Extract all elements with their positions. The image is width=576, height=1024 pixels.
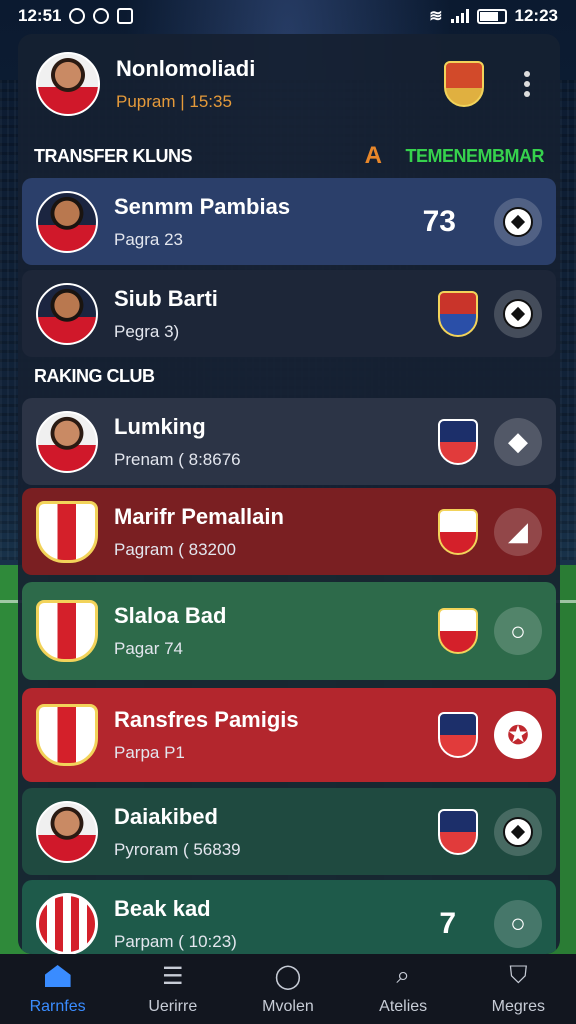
section-link[interactable]: TEMENEMBMAR xyxy=(406,146,545,167)
list-item[interactable]: Slaloa Bad Pagar 74 ○ xyxy=(22,582,556,680)
club-crest-icon xyxy=(438,808,478,855)
nav-label: Uerirre xyxy=(148,998,198,1015)
profile-header: Nonlomoliadi Pupram | 15:35 xyxy=(18,34,560,134)
circle-icon: ◯ xyxy=(274,962,302,990)
nav-label: Mvolen xyxy=(262,998,314,1015)
item-sub: Parpam ( 10:23) xyxy=(114,931,237,951)
club-logo xyxy=(36,892,98,954)
people-icon: ☰ xyxy=(162,962,184,990)
chat-icon: ○ xyxy=(510,908,526,938)
list-item[interactable]: Senmm Pambias Pagra 23 73 xyxy=(22,178,556,265)
club-crest-icon xyxy=(438,508,478,555)
shield-icon: ◆ xyxy=(508,426,528,456)
signal-icon xyxy=(450,9,469,23)
club-logo xyxy=(36,600,98,662)
list-item[interactable]: Beak kad Parpam ( 10:23) 7 ○ xyxy=(22,880,556,954)
item-name: Ransfres Pamigis xyxy=(114,707,299,732)
list-item[interactable]: Siub Barti Pegra 3) xyxy=(22,270,556,357)
item-name: Daiakibed xyxy=(114,803,218,829)
club-logo xyxy=(36,500,98,563)
section-title: TRANSFER KLUNS xyxy=(34,145,193,166)
club-logo xyxy=(36,704,98,766)
nav-label: Megres xyxy=(491,998,546,1015)
status-bar: 12:51 ≋ 12:23 xyxy=(0,0,576,32)
list-item[interactable]: Daiakibed Pyroram ( 56839 xyxy=(22,788,556,875)
avatar[interactable] xyxy=(36,52,100,116)
football-icon xyxy=(503,206,533,237)
club-crest-icon xyxy=(438,608,478,654)
item-name: Marifr Pemallain xyxy=(114,503,284,529)
avatar xyxy=(36,282,98,345)
notification-icon xyxy=(69,8,86,24)
notification-icon xyxy=(117,8,134,24)
item-sub: Pagar 74 xyxy=(114,639,183,658)
bottom-nav: Rarnfes ☰ Uerirre ◯ Mvolen ⌕ Atelies ⛉ M… xyxy=(0,954,576,1024)
more-menu-icon[interactable] xyxy=(512,71,542,97)
club-crest-icon xyxy=(438,712,478,758)
nav-item-search[interactable]: ⌕ Atelies xyxy=(348,962,458,1016)
club-crest-icon xyxy=(438,418,478,465)
football-icon xyxy=(503,298,533,329)
club-emblem-icon: ✪ xyxy=(507,719,529,750)
ball-button[interactable] xyxy=(494,197,542,246)
notification-icon xyxy=(93,8,110,24)
club-crest-icon xyxy=(438,290,478,337)
club-button[interactable]: ✪ xyxy=(494,711,542,759)
item-sub: Pagra 23 xyxy=(114,229,183,249)
chat-icon: ○ xyxy=(510,615,526,646)
item-score: 73 xyxy=(422,204,456,238)
item-score: 7 xyxy=(439,906,456,940)
nav-item-center[interactable]: ◯ Mvolen xyxy=(233,962,343,1016)
item-sub: Prenam ( 8:8676 xyxy=(114,449,241,469)
item-name: Lumking xyxy=(114,413,206,439)
section-accent[interactable]: A xyxy=(365,142,382,170)
avatar xyxy=(36,190,98,253)
list-item[interactable]: Marifr Pemallain Pagram ( 83200 ◢ xyxy=(22,488,556,575)
item-name: Slaloa Bad xyxy=(114,603,227,628)
item-name: Siub Barti xyxy=(114,285,218,311)
status-time-right: 12:23 xyxy=(514,6,558,25)
avatar xyxy=(36,410,98,473)
shirt-icon: ◢ xyxy=(508,516,528,546)
main-panel: Nonlomoliadi Pupram | 15:35 TRANSFER KLU… xyxy=(18,34,560,954)
list-item[interactable]: Ransfres Pamigis Parpa P1 ✪ xyxy=(22,688,556,782)
ball-button[interactable] xyxy=(494,807,542,856)
badge-icon: ⛉ xyxy=(509,962,528,989)
home-icon xyxy=(43,962,73,990)
item-name: Senmm Pambias xyxy=(114,193,291,219)
nav-label: Atelies xyxy=(379,998,428,1015)
avatar xyxy=(36,800,98,863)
item-sub: Pagram ( 83200 xyxy=(114,539,236,559)
chat-button[interactable]: ○ xyxy=(494,607,542,655)
section-title: RAKING CLUB xyxy=(34,366,155,386)
ball-button[interactable] xyxy=(494,289,542,338)
status-time: 12:51 xyxy=(18,6,62,25)
section-ranking: RAKING CLUB xyxy=(34,366,544,387)
profile-name: Nonlomoliadi xyxy=(116,56,256,81)
club-crest-icon xyxy=(444,61,484,107)
football-icon xyxy=(503,816,533,847)
item-sub: Pyroram ( 56839 xyxy=(114,839,241,859)
item-sub: Parpa P1 xyxy=(114,743,185,762)
action-button[interactable]: ◢ xyxy=(494,507,542,556)
item-name: Beak kad xyxy=(114,895,211,921)
shield-button[interactable]: ◆ xyxy=(494,417,542,466)
search-icon: ⌕ xyxy=(396,962,410,989)
item-sub: Pegra 3) xyxy=(114,321,180,341)
list-item[interactable]: Lumking Prenam ( 8:8676 ◆ xyxy=(22,398,556,485)
profile-sub: Pupram | 15:35 xyxy=(116,92,232,111)
chat-button[interactable]: ○ xyxy=(494,899,542,948)
nav-label: Rarnfes xyxy=(29,998,86,1015)
section-transfer: TRANSFER KLUNS A TEMENEMBMAR xyxy=(34,142,544,170)
wifi-icon: ≋ xyxy=(429,8,443,25)
nav-item-home[interactable]: Rarnfes xyxy=(3,962,113,1016)
battery-icon xyxy=(476,8,507,24)
nav-item-badge[interactable]: ⛉ Megres xyxy=(463,962,573,1016)
nav-item-people[interactable]: ☰ Uerirre xyxy=(118,962,228,1016)
